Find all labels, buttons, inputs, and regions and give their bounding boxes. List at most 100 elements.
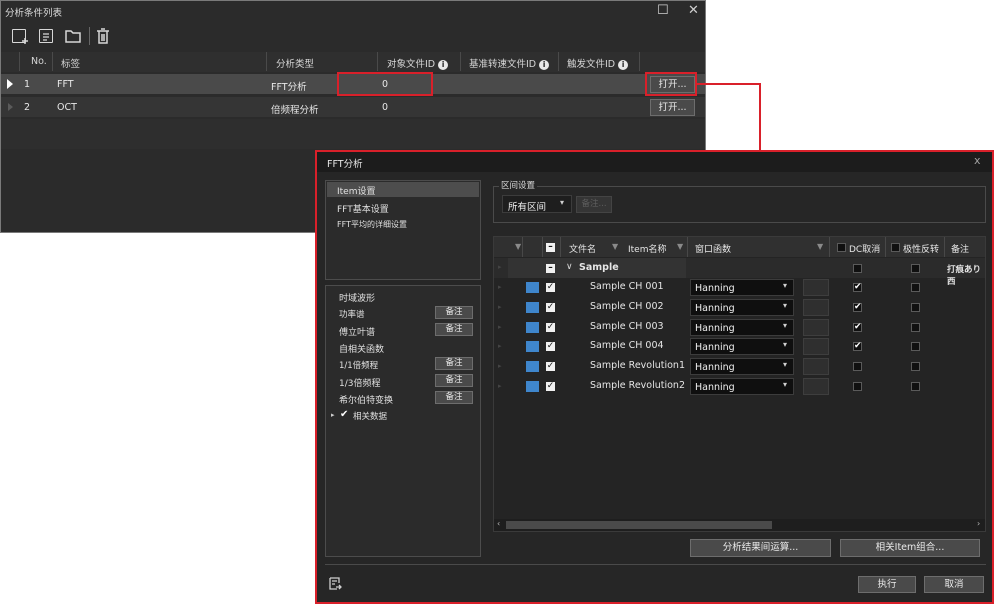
- window-function-select[interactable]: Hanning ▾: [690, 358, 794, 376]
- window-param-field[interactable]: [803, 378, 829, 395]
- window-function-select[interactable]: Hanning ▾: [690, 279, 794, 296]
- interval-select[interactable]: 所有区间 ▾: [502, 195, 572, 213]
- window-param-field[interactable]: [803, 279, 829, 296]
- dc-checkbox[interactable]: [853, 264, 862, 273]
- note-button[interactable]: 备注: [435, 391, 473, 404]
- row-checkbox[interactable]: ✓: [546, 382, 555, 391]
- col-label[interactable]: 标签: [61, 56, 80, 70]
- window-param-field[interactable]: [803, 298, 829, 316]
- grid-row[interactable]: ▸ ✓ Sample CH 001 Hanning ▾ ✔: [494, 278, 985, 297]
- polarity-checkbox[interactable]: [911, 362, 920, 372]
- group-checkbox[interactable]: –: [546, 264, 555, 273]
- col-polarity[interactable]: 极性反转: [903, 242, 939, 255]
- folder-icon[interactable]: [65, 29, 81, 43]
- execute-button[interactable]: 执行: [858, 576, 916, 593]
- header-checkbox[interactable]: –: [546, 243, 555, 252]
- grid-row[interactable]: ▸ ✓ Sample CH 002 Hanning ▾ ✔: [494, 298, 985, 317]
- grid-row[interactable]: ▸ ✓ Sample CH 003 Hanning ▾ ✔: [494, 318, 985, 337]
- polarity-checkbox[interactable]: [911, 302, 920, 312]
- horizontal-scrollbar[interactable]: ‹ ›: [494, 519, 985, 531]
- filter-icon[interactable]: ▼: [612, 242, 618, 251]
- polarity-checkbox[interactable]: [911, 342, 920, 352]
- maximize-button[interactable]: ☐: [657, 4, 669, 17]
- col-target-id[interactable]: 对象文件ID i: [387, 56, 449, 70]
- filter-icon[interactable]: ▼: [817, 242, 823, 251]
- dc-header-checkbox[interactable]: [837, 243, 846, 252]
- group-row[interactable]: ▸ – ∨ Sample 打痕あり西: [494, 258, 985, 287]
- col-file-name[interactable]: 文件名: [569, 242, 596, 255]
- calc-between-results-button[interactable]: 分析结果间运算...: [690, 539, 831, 557]
- dc-checkbox[interactable]: ✔: [853, 342, 862, 352]
- nav-item-item-settings[interactable]: Item设置: [337, 184, 376, 197]
- grid-row[interactable]: ▸ ✓ Sample Revolution1 Hanning ▾: [494, 357, 985, 376]
- close-button[interactable]: x: [974, 154, 981, 167]
- grid-row[interactable]: ▸ ✓ Sample CH 004 Hanning ▾ ✔: [494, 337, 985, 356]
- polarity-checkbox[interactable]: [911, 382, 920, 391]
- cancel-button[interactable]: 取消: [924, 576, 984, 593]
- add-item-icon[interactable]: [12, 29, 28, 44]
- interval-note-button[interactable]: 备注...: [576, 196, 612, 213]
- note-button[interactable]: 备注: [435, 374, 473, 387]
- row-checkbox[interactable]: ✓: [546, 342, 555, 352]
- close-button[interactable]: ✕: [688, 4, 699, 17]
- scrollbar-thumb[interactable]: [506, 521, 772, 529]
- polarity-header-checkbox[interactable]: [891, 243, 900, 252]
- info-icon[interactable]: i: [438, 59, 449, 70]
- col-trigger-id[interactable]: 触发文件ID i: [567, 56, 629, 70]
- col-window-func[interactable]: 窗口函数: [695, 242, 731, 255]
- open-button[interactable]: 打开...: [650, 99, 695, 116]
- expand-arrow-icon[interactable]: ▸: [331, 411, 335, 419]
- polarity-checkbox[interactable]: [911, 322, 920, 332]
- filter-icon[interactable]: ▼: [515, 242, 521, 251]
- item-color-swatch[interactable]: [526, 301, 539, 313]
- item-color-swatch[interactable]: [526, 381, 539, 392]
- trash-icon[interactable]: [96, 28, 110, 44]
- export-icon[interactable]: [329, 577, 342, 590]
- col-dc-cancel[interactable]: DC取消: [849, 242, 880, 255]
- item-color-swatch[interactable]: [526, 341, 539, 353]
- scroll-left-icon[interactable]: ‹: [497, 519, 500, 528]
- window-param-field[interactable]: [803, 358, 829, 376]
- window-function-select[interactable]: Hanning ▾: [690, 318, 794, 336]
- col-type[interactable]: 分析类型: [276, 56, 314, 70]
- row-checkbox[interactable]: ✓: [546, 302, 555, 312]
- window-param-field[interactable]: [803, 318, 829, 336]
- col-note[interactable]: 备注: [951, 242, 969, 255]
- dc-checkbox[interactable]: [853, 362, 862, 372]
- polarity-checkbox[interactable]: [911, 283, 920, 292]
- window-function-select[interactable]: Hanning ▾: [690, 378, 794, 395]
- row-target-id[interactable]: 0: [382, 102, 388, 113]
- add-copy-icon[interactable]: [39, 29, 53, 43]
- dc-checkbox[interactable]: [853, 382, 862, 391]
- col-item-name[interactable]: Item名称: [628, 242, 667, 255]
- row-checkbox[interactable]: ✓: [546, 283, 555, 292]
- dc-checkbox[interactable]: ✔: [853, 283, 862, 292]
- polarity-checkbox[interactable]: [911, 264, 920, 273]
- info-icon[interactable]: i: [539, 59, 550, 70]
- window-function-select[interactable]: Hanning ▾: [690, 338, 794, 356]
- dc-checkbox[interactable]: ✔: [853, 322, 862, 332]
- col-ref-id[interactable]: 基准转速文件ID i: [469, 56, 550, 70]
- row-checkbox[interactable]: ✓: [546, 322, 555, 332]
- scroll-right-icon[interactable]: ›: [977, 519, 980, 528]
- note-button[interactable]: 备注: [435, 306, 473, 319]
- window-function-select[interactable]: Hanning ▾: [690, 298, 794, 316]
- grid-row[interactable]: ▸ ✓ Sample Revolution2 Hanning ▾: [494, 377, 985, 396]
- filter-icon[interactable]: ▼: [677, 242, 683, 251]
- table-row[interactable]: 2 OCT 倍频程分析 0 打开...: [1, 97, 705, 117]
- nav-item-fft-average[interactable]: FFT平均的详细设置: [337, 219, 407, 230]
- nav-item-fft-basic[interactable]: FFT基本设置: [337, 202, 389, 215]
- check-icon[interactable]: ✔: [340, 409, 348, 420]
- info-icon[interactable]: i: [618, 59, 629, 70]
- row-checkbox[interactable]: ✓: [546, 362, 555, 372]
- col-no[interactable]: No.: [31, 56, 47, 67]
- item-color-swatch[interactable]: [526, 361, 539, 373]
- item-color-swatch[interactable]: [526, 321, 539, 333]
- dc-checkbox[interactable]: ✔: [853, 302, 862, 312]
- collapse-arrow-icon[interactable]: ∨: [566, 262, 573, 272]
- item-color-swatch[interactable]: [526, 282, 539, 293]
- note-button[interactable]: 备注: [435, 357, 473, 370]
- note-button[interactable]: 备注: [435, 323, 473, 336]
- related-item-combo-button[interactable]: 相关Item组合...: [840, 539, 980, 557]
- window-param-field[interactable]: [803, 338, 829, 356]
